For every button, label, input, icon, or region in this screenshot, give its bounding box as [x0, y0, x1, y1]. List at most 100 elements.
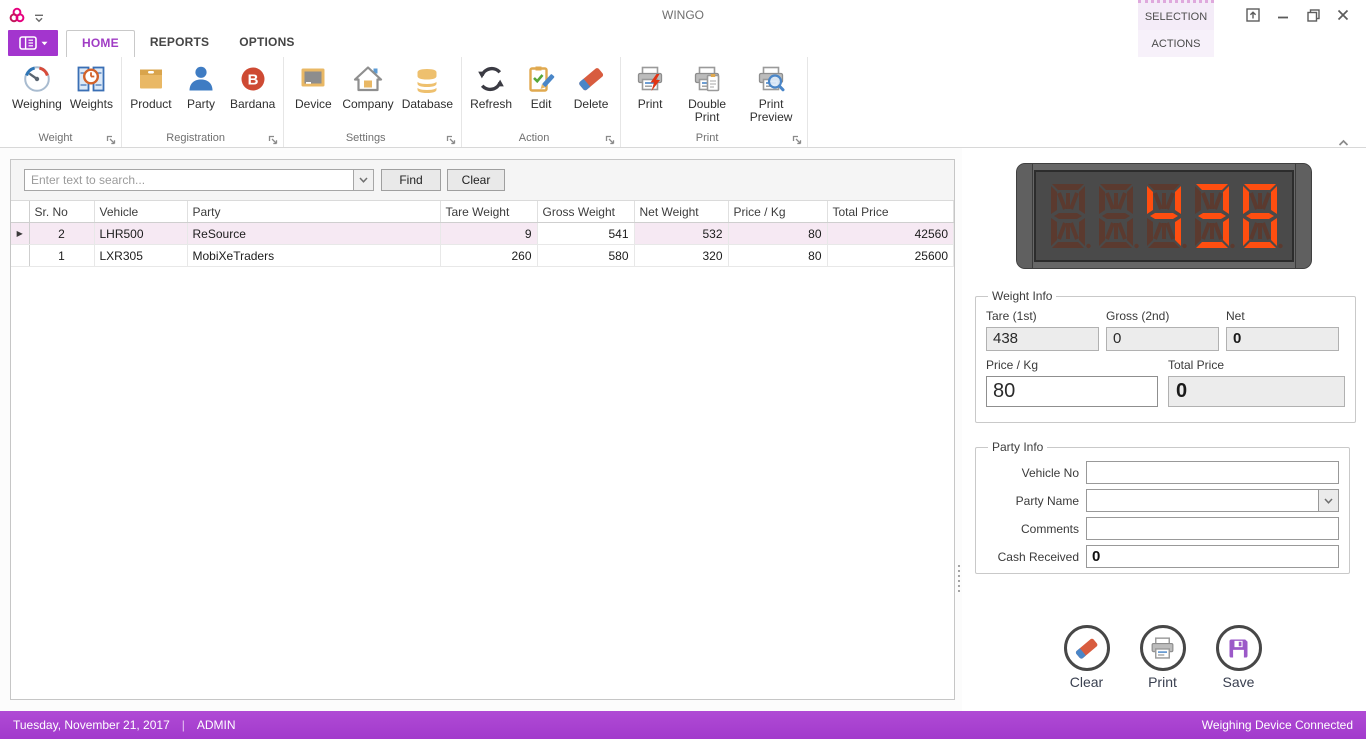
eraser-circle-icon [1063, 625, 1110, 671]
ribbon-button-label: Weights [69, 97, 113, 111]
ribbon-button-label: Product [130, 97, 172, 111]
column-header-sr-no[interactable]: Sr. No [29, 201, 95, 223]
cell-net-weight[interactable]: 320 [634, 244, 729, 267]
led-digit [1045, 180, 1091, 252]
ribbon-button-weights[interactable]: Weights [66, 59, 117, 113]
cell-vehicle[interactable]: LXR305 [94, 244, 188, 267]
clear-button[interactable]: Clear [1056, 625, 1118, 690]
cell-tare-weight[interactable]: 260 [440, 244, 538, 267]
ribbon-button-label: Refresh [470, 97, 513, 111]
ribbon-group-label-text: Registration [166, 132, 225, 144]
ribbon-button-bardana[interactable]: B Bardana [226, 59, 279, 113]
close-button[interactable] [1328, 0, 1358, 30]
cell-net-weight[interactable]: 532 [634, 222, 729, 245]
tab-options[interactable]: OPTIONS [224, 30, 309, 56]
cell-sr-no[interactable]: 1 [29, 244, 95, 267]
cell-total-price[interactable]: 25600 [827, 244, 954, 267]
ribbon-group-registration: Product Party B Bardana Registration [122, 57, 285, 147]
search-input[interactable] [25, 170, 353, 190]
column-header-party[interactable]: Party [187, 201, 441, 223]
cell-total-price[interactable]: 42560 [827, 222, 954, 245]
ribbon-button-delete[interactable]: Delete [566, 59, 616, 113]
cell-sr-no[interactable]: 2 [29, 222, 95, 245]
application-window: WINGO SELECTION HOME REPORTS OPTIONS ACT… [0, 0, 1366, 739]
ribbon-button-label: Edit [530, 97, 552, 111]
tare-label: Tare (1st) [986, 309, 1037, 323]
gauge-icon [22, 64, 52, 94]
search-dropdown-arrow-icon[interactable] [353, 170, 373, 190]
device-icon [298, 64, 328, 94]
ribbon-button-print-preview[interactable]: Print Preview [739, 59, 803, 126]
led-digit [1189, 180, 1235, 252]
tab-reports[interactable]: REPORTS [135, 30, 224, 56]
product-box-icon [136, 64, 166, 94]
ribbon-button-weighing[interactable]: Weighing [8, 59, 66, 113]
ribbon-button-label: Device [294, 97, 332, 111]
column-header-gross-weight[interactable]: Gross Weight [537, 201, 635, 223]
ribbon-button-refresh[interactable]: Refresh [466, 59, 516, 113]
ribbon-button-double-print[interactable]: Double Print [675, 59, 739, 126]
company-icon [353, 64, 383, 94]
column-header-total-price[interactable]: Total Price [827, 201, 954, 223]
database-icon [412, 64, 442, 94]
application-menu-button[interactable] [8, 30, 58, 56]
dialog-launcher-icon[interactable] [792, 133, 803, 145]
table-row[interactable]: ▶ 2 LHR500 ReSource 9 541 532 80 42560 [11, 222, 954, 245]
tare-field: 438 [986, 327, 1099, 351]
cash-received-input[interactable] [1087, 546, 1338, 567]
ribbon-button-company[interactable]: Company [338, 59, 397, 113]
save-button[interactable]: Save [1208, 625, 1270, 690]
fullscreen-icon[interactable] [1238, 0, 1268, 30]
ribbon-button-edit[interactable]: Edit [516, 59, 566, 113]
find-button[interactable]: Find [381, 169, 441, 191]
cell-vehicle[interactable]: LHR500 [94, 222, 188, 245]
tab-actions-label: ACTIONS [1151, 37, 1201, 50]
device-status: Weighing Device Connected [1201, 718, 1353, 732]
cell-tare-weight[interactable]: 9 [440, 222, 538, 245]
led-weight-display [1016, 163, 1312, 269]
weighments-grid-panel: Find Clear Sr. NoVehiclePartyTare Weight… [10, 159, 955, 700]
total-price-field: 0 [1168, 376, 1345, 407]
clear-search-button[interactable]: Clear [447, 169, 505, 191]
double-print-icon [692, 64, 722, 94]
cell-gross-weight[interactable]: 580 [537, 244, 635, 267]
price-per-kg-input[interactable] [986, 376, 1158, 407]
collapse-ribbon-icon[interactable] [1338, 134, 1349, 146]
ribbon-button-device[interactable]: Device [288, 59, 338, 113]
party-name-dropdown-arrow-icon[interactable] [1318, 490, 1338, 511]
dialog-launcher-icon[interactable] [446, 133, 457, 145]
dialog-launcher-icon[interactable] [605, 133, 616, 145]
vehicle-no-input[interactable] [1087, 462, 1338, 483]
ribbon-group-print: Print Double Print Print Preview Print [621, 57, 809, 147]
print-button[interactable]: Print [1132, 625, 1194, 690]
tab-actions[interactable]: ACTIONS [1138, 30, 1214, 57]
column-header-tare-weight[interactable]: Tare Weight [440, 201, 538, 223]
ribbon-group-label: Registration [124, 132, 267, 145]
comments-input[interactable] [1087, 518, 1338, 539]
party-info-title: Party Info [992, 440, 1044, 454]
column-header-vehicle[interactable]: Vehicle [94, 201, 188, 223]
ribbon-button-print[interactable]: Print [625, 59, 675, 126]
column-header-net-weight[interactable]: Net Weight [634, 201, 729, 223]
dialog-launcher-icon[interactable] [268, 133, 279, 145]
ribbon-button-product[interactable]: Product [126, 59, 176, 113]
minimize-button[interactable] [1268, 0, 1298, 30]
tab-home[interactable]: HOME [66, 30, 135, 57]
cell-party[interactable]: ReSource [187, 222, 441, 245]
cell-price-kg[interactable]: 80 [728, 244, 828, 267]
ribbon-button-party[interactable]: Party [176, 59, 226, 113]
party-info-group: Party Info Vehicle No Party Name Comment… [975, 440, 1350, 574]
party-name-combo[interactable] [1087, 490, 1318, 511]
table-row[interactable]: 1 LXR305 MobiXeTraders 260 580 320 80 25600 [11, 244, 954, 267]
net-label: Net [1226, 309, 1245, 323]
column-header-price-kg[interactable]: Price / Kg [728, 201, 828, 223]
restore-button[interactable] [1298, 0, 1328, 30]
ribbon: Weighing Weights Weight Product Party B Bardan… [0, 57, 1366, 148]
cell-price-kg[interactable]: 80 [728, 222, 828, 245]
dialog-launcher-icon[interactable] [106, 133, 117, 145]
status-bar: Tuesday, November 21, 2017 | ADMIN Weigh… [0, 711, 1366, 739]
cell-party[interactable]: MobiXeTraders [187, 244, 441, 267]
party-name-label: Party Name [1015, 493, 1079, 508]
ribbon-button-database[interactable]: Database [398, 59, 457, 113]
cell-gross-weight[interactable]: 541 [537, 222, 635, 245]
